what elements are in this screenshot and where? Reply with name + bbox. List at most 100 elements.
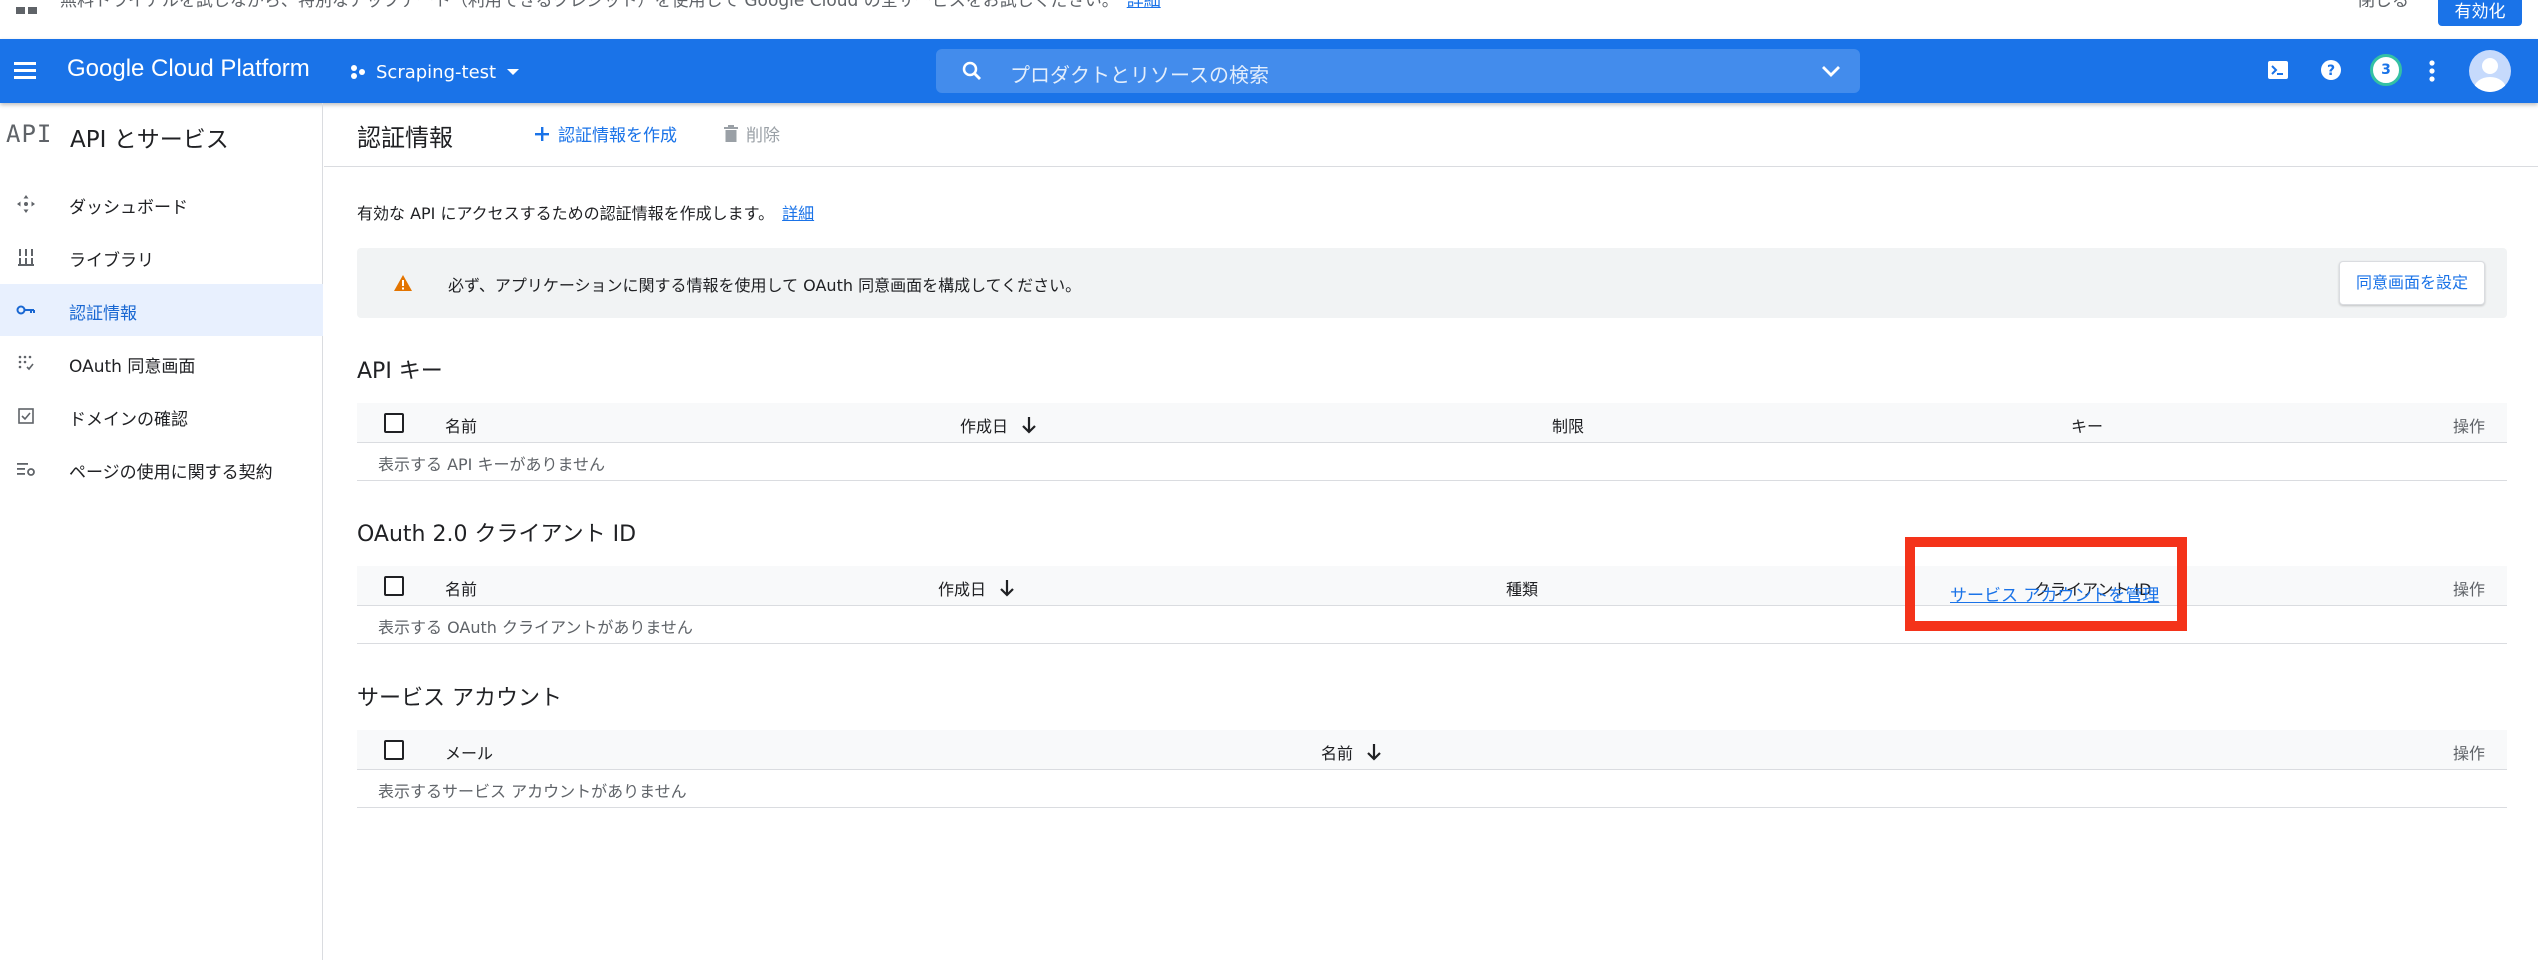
column-email[interactable]: メール <box>445 740 493 764</box>
settings-list-icon <box>17 463 35 476</box>
more-vert-icon[interactable] <box>2428 59 2436 83</box>
create-credentials-label: 認証情報を作成 <box>558 126 677 146</box>
consent-warning-banner: 必ず、アプリケーションに関する情報を使用して OAuth 同意画面を構成してくだ… <box>357 248 2507 318</box>
sidebar-title: API とサービス <box>70 127 229 153</box>
configure-consent-screen-button[interactable]: 同意画面を設定 <box>2338 261 2485 305</box>
page-title: 認証情報 <box>357 124 453 152</box>
sidebar-item-label: ダッシュボード <box>69 198 188 218</box>
column-label: 名前 <box>445 580 478 599</box>
notice-dismiss-button[interactable]: 閉じる <box>2358 0 2409 11</box>
column-label: メール <box>445 744 494 763</box>
select-all-checkbox[interactable] <box>384 413 404 433</box>
library-icon <box>18 249 34 266</box>
column-key: キー <box>2071 413 2103 437</box>
plus-icon <box>535 126 549 141</box>
intro-text: 有効な API にアクセスするための認証情報を作成します。 詳細 <box>357 200 814 224</box>
notice-strip: 無料トライアルを試しながら、特別なアップデート（利用できるクレジット）を使用して… <box>0 0 2538 39</box>
column-name[interactable]: 名前 <box>1321 740 1381 764</box>
api-keys-title: API キー <box>357 359 443 384</box>
column-type: 種類 <box>1506 576 1538 600</box>
trash-icon <box>724 125 738 142</box>
column-label: 作成日 <box>938 580 987 599</box>
manage-service-accounts-link[interactable]: サービス アカウントを管理 <box>1950 581 2159 606</box>
service-accounts-title: サービス アカウント <box>357 686 562 711</box>
arrow-down-icon <box>1367 744 1381 761</box>
intro-message: 有効な API にアクセスするための認証情報を作成します。 <box>357 204 775 223</box>
column-label: 操作 <box>2452 580 2485 599</box>
service-accounts-empty-row: 表示するサービス アカウントがありません <box>357 770 2507 808</box>
sidebar-header: API API とサービス <box>0 117 323 157</box>
column-label: 操作 <box>2452 744 2485 763</box>
consent-icon <box>18 355 34 371</box>
delete-label: 削除 <box>746 126 780 146</box>
warning-text: 必ず、アプリケーションに関する情報を使用して OAuth 同意画面を構成してくだ… <box>448 276 1082 295</box>
sidebar-item-label: 認証情報 <box>69 304 137 324</box>
sidebar-item-dashboard[interactable]: ダッシュボード <box>0 178 323 230</box>
main-content: 認証情報 認証情報を作成 削除 有効な API にアクセスするための認証情報を作… <box>324 103 2538 960</box>
arrow-down-icon <box>1000 580 1014 597</box>
column-label: 作成日 <box>960 417 1009 436</box>
api-logo: API <box>6 120 53 148</box>
service-accounts-table-header: メール 名前 操作 <box>357 730 2507 770</box>
sidebar-item-label: OAuth 同意画面 <box>69 357 196 377</box>
api-keys-table-header: 名前 作成日 制限 キー 操作 <box>357 403 2507 443</box>
notice-link[interactable]: 詳細 <box>1127 0 1161 11</box>
empty-message: 表示する OAuth クライアントがありません <box>378 618 693 637</box>
column-name[interactable]: 名前 <box>445 413 477 437</box>
sidebar-item-credentials[interactable]: 認証情報 <box>0 284 323 336</box>
search-bar[interactable]: プロダクトとリソースの検索 <box>936 49 1860 93</box>
notice-enable-button[interactable]: 有効化 <box>2438 0 2522 26</box>
column-actions: 操作 <box>2453 576 2485 600</box>
warning-icon <box>394 275 412 291</box>
column-label: 制限 <box>1552 417 1585 436</box>
sidebar: API API とサービス ダッシュボード ライブラリ 認証情報 OAuth 同… <box>0 103 323 960</box>
dashboard-icon <box>17 195 35 213</box>
arrow-down-icon <box>1022 417 1036 434</box>
column-actions: 操作 <box>2453 413 2485 437</box>
sidebar-item-label: ライブラリ <box>69 251 154 271</box>
account-avatar[interactable] <box>2469 50 2511 92</box>
project-selector[interactable]: Scraping-test <box>350 57 520 87</box>
sidebar-item-domain-verification[interactable]: ドメインの確認 <box>0 390 323 442</box>
checkbox-icon <box>18 408 34 424</box>
key-icon <box>16 305 35 315</box>
sidebar-item-page-usage-agreements[interactable]: ページの使用に関する契約 <box>0 443 323 495</box>
sidebar-item-oauth-consent[interactable]: OAuth 同意画面 <box>0 337 323 389</box>
chevron-down-icon[interactable] <box>1820 61 1842 81</box>
oauth-clients-title: OAuth 2.0 クライアント ID <box>357 522 637 547</box>
project-icon <box>351 65 365 79</box>
notifications-badge[interactable]: 3 <box>2370 54 2402 86</box>
sidebar-item-library[interactable]: ライブラリ <box>0 231 323 283</box>
column-label: 種類 <box>1506 580 1539 599</box>
search-placeholder: プロダクトとリソースの検索 <box>1010 63 1269 87</box>
sidebar-item-label: ページの使用に関する契約 <box>69 463 273 483</box>
column-created[interactable]: 作成日 <box>960 413 1036 437</box>
notice-text: 無料トライアルを試しながら、特別なアップデート（利用できるクレジット）を使用して… <box>60 0 1161 11</box>
empty-message: 表示するサービス アカウントがありません <box>378 782 687 801</box>
column-label: 操作 <box>2452 417 2485 436</box>
delete-button[interactable]: 削除 <box>724 121 780 146</box>
column-created[interactable]: 作成日 <box>938 576 1014 600</box>
select-all-checkbox[interactable] <box>384 576 404 596</box>
notice-message: 無料トライアルを試しながら、特別なアップデート（利用できるクレジット）を使用して… <box>60 0 1119 11</box>
select-all-checkbox[interactable] <box>384 740 404 760</box>
apps-icon[interactable] <box>16 4 38 14</box>
svg-text:?: ? <box>2327 63 2335 79</box>
menu-icon[interactable] <box>14 59 38 83</box>
intro-learn-more-link[interactable]: 詳細 <box>782 204 814 223</box>
create-credentials-button[interactable]: 認証情報を作成 <box>534 121 677 146</box>
brand-title[interactable]: Google Cloud Platform <box>67 55 310 83</box>
column-restriction: 制限 <box>1552 413 1584 437</box>
column-label: キー <box>2071 417 2104 436</box>
column-label: 名前 <box>1321 744 1354 763</box>
caret-down-icon <box>507 69 520 75</box>
api-keys-empty-row: 表示する API キーがありません <box>357 443 2507 481</box>
top-header: Google Cloud Platform Scraping-test プロダク… <box>0 39 2538 103</box>
project-name: Scraping-test <box>376 61 497 83</box>
cloud-shell-icon[interactable] <box>2267 59 2289 81</box>
column-name[interactable]: 名前 <box>445 576 477 600</box>
sidebar-item-label: ドメインの確認 <box>69 410 188 430</box>
help-icon[interactable]: ? <box>2320 59 2342 81</box>
empty-message: 表示する API キーがありません <box>378 455 606 474</box>
action-bar: 認証情報 認証情報を作成 削除 <box>324 103 2538 167</box>
